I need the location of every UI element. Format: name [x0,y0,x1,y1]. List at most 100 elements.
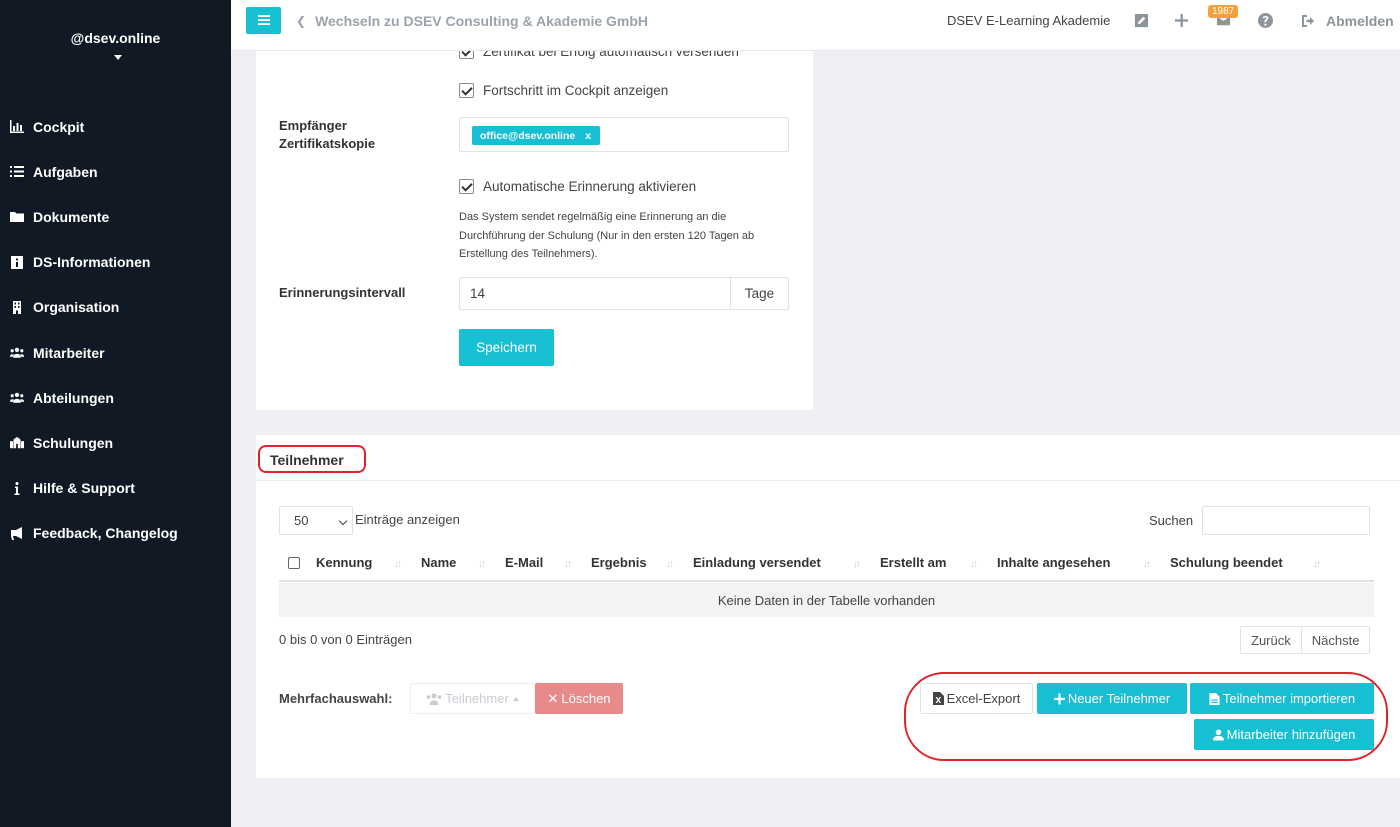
menu-toggle-button[interactable] [246,7,281,34]
sidebar-item-schulungen[interactable]: Schulungen [0,420,231,465]
column-header-erstellt[interactable]: Erstellt am [880,555,946,570]
column-header-kennung[interactable]: Kennung [316,555,372,570]
chevron-left-icon: ❮ [296,14,307,28]
recipient-label: Empfänger Zertifikatskopie [279,117,375,153]
cert-auto-send-checkbox[interactable] [459,51,474,59]
column-header-inhalte[interactable]: Inhalte angesehen [997,555,1110,570]
sidebar-item-aufgaben[interactable]: Aufgaben [0,149,231,194]
reminder-help-text: Das System sendet regelmäßig eine Erinne… [459,211,755,260]
table-empty-row: Keine Daten in der Tabelle vorhanden [279,583,1374,617]
school-icon [9,436,25,450]
sort-icon[interactable]: ↓↑ [478,559,486,570]
pagination-prev-button[interactable]: Zurück [1241,627,1301,653]
annotation-highlight-title [258,445,366,473]
show-progress-row[interactable]: Fortschritt im Cockpit anzeigen [459,83,668,98]
sidebar-item-label: Aufgaben [33,163,98,180]
folder-icon [9,210,25,224]
page-length-value: 50 [294,513,309,528]
sidebar-item-ds-informationen[interactable]: DS-Informationen [0,240,231,285]
column-header-beendet[interactable]: Schulung beendet [1170,555,1283,570]
table-header: Kennung ↓↑ Name ↓↑ E-Mail ↓↑ Ergebnis ↓↑… [279,545,1374,582]
sidebar-item-abteilungen[interactable]: Abteilungen [0,375,231,420]
mail-count-badge: 1987 [1208,5,1239,18]
sort-icon[interactable]: ↓↑ [853,559,861,570]
save-button[interactable]: Speichern [459,329,554,366]
sort-icon[interactable]: ↓↑ [394,559,402,570]
select-all-checkbox[interactable] [288,557,300,569]
interval-input[interactable] [460,278,730,309]
column-header-email[interactable]: E-Mail [505,555,543,570]
plus-icon[interactable] [1173,12,1189,28]
cert-auto-send-row[interactable]: Zertifikat bei Erfolg automatisch versen… [459,51,739,59]
recipient-label-line1: Empfänger [279,118,347,133]
megaphone-icon [9,526,25,540]
multi-select-label: Mehrfachauswahl: [279,691,393,706]
users-icon [9,346,25,360]
sidebar-item-feedback-changelog[interactable]: Feedback, Changelog [0,511,231,556]
sidebar-item-label: Cockpit [33,118,85,135]
info-icon [9,255,25,269]
participants-header: Teilnehmer [256,435,1400,481]
sidebar-item-label: Schulungen [33,434,114,451]
sidebar-item-label: Abteilungen [33,389,114,406]
topbar: ❮ Wechseln zu DSEV Consulting & Akademie… [231,0,1400,51]
logout-button[interactable]: Abmelden [1302,13,1394,29]
users-icon [9,391,25,405]
sidebar-item-organisation[interactable]: Organisation [0,285,231,330]
sort-icon[interactable]: ↓↑ [970,559,978,570]
help-icon[interactable] [1257,12,1273,28]
interval-input-group: Tage [459,277,789,310]
column-header-einladung[interactable]: Einladung versendet [693,555,821,570]
sort-icon[interactable]: ↓↑ [666,559,674,570]
auto-reminder-label: Automatische Erinnerung aktivieren [483,179,697,194]
settings-card: Zertifikat bei Erfolg automatisch versen… [256,51,813,410]
caret-up-icon [512,696,519,701]
sidebar: @dsev.online Cockpit Aufgaben Dokumente … [0,0,231,827]
sidebar-item-mitarbeiter[interactable]: Mitarbeiter [0,330,231,375]
page-length-label: Einträge anzeigen [355,512,460,527]
page-length-select[interactable]: 50 [279,506,353,535]
sidebar-nav: Cockpit Aufgaben Dokumente DS-Informatio… [0,104,231,556]
recipient-tag: office@dsev.online x [472,126,601,145]
logout-label: Abmelden [1326,13,1394,29]
column-header-ergebnis[interactable]: Ergebnis [591,555,647,570]
recipient-tag-input[interactable]: office@dsev.online x [459,117,789,152]
interval-label: Erinnerungsintervall [279,285,406,300]
participants-card: Teilnehmer 50 Einträge anzeigen Suchen K… [256,435,1400,778]
sort-icon[interactable]: ↓↑ [1313,559,1321,570]
building-icon [9,300,25,314]
academy-name[interactable]: DSEV E-Learning Akademie [947,13,1110,28]
close-icon: ✕ [547,690,559,706]
sort-icon[interactable]: ↓↑ [1143,559,1151,570]
auto-reminder-checkbox[interactable] [459,179,474,194]
info-i-icon [9,481,25,495]
delete-label: Löschen [561,691,611,706]
users-icon [426,693,442,705]
chevron-down-icon [338,516,348,526]
search-input[interactable] [1202,506,1370,535]
show-progress-checkbox[interactable] [459,83,474,98]
delete-button[interactable]: ✕ Löschen [535,683,623,714]
show-progress-label: Fortschritt im Cockpit anzeigen [483,83,669,98]
auto-reminder-row[interactable]: Automatische Erinnerung aktivieren [459,179,696,194]
column-header-name[interactable]: Name [421,555,456,570]
pagination-next-button[interactable]: Nächste [1300,627,1370,653]
sidebar-item-cockpit[interactable]: Cockpit [0,104,231,149]
pagination: Zurück Nächste [1240,626,1371,654]
account-caret-icon[interactable] [114,55,122,60]
sidebar-item-label: Feedback, Changelog [33,525,178,542]
annotation-highlight-actions [904,672,1388,761]
sidebar-item-dokumente[interactable]: Dokumente [0,194,231,239]
hamburger-icon [257,12,270,30]
multi-select-participants-button[interactable]: Teilnehmer [410,683,535,714]
switch-organization-link[interactable]: ❮ Wechseln zu DSEV Consulting & Akademie… [296,13,648,29]
table-info: 0 bis 0 von 0 Einträgen [279,632,412,647]
sort-icon[interactable]: ↓↑ [564,559,572,570]
multi-select-participants-label: Teilnehmer [445,691,509,706]
account-name[interactable]: @dsev.online [0,30,231,46]
cert-auto-send-label: Zertifikat bei Erfolg automatisch versen… [483,51,739,59]
tag-remove-icon[interactable]: x [585,130,591,142]
edit-icon[interactable] [1133,12,1149,28]
sidebar-item-label: Mitarbeiter [33,344,105,361]
sidebar-item-hilfe-support[interactable]: Hilfe & Support [0,466,231,511]
